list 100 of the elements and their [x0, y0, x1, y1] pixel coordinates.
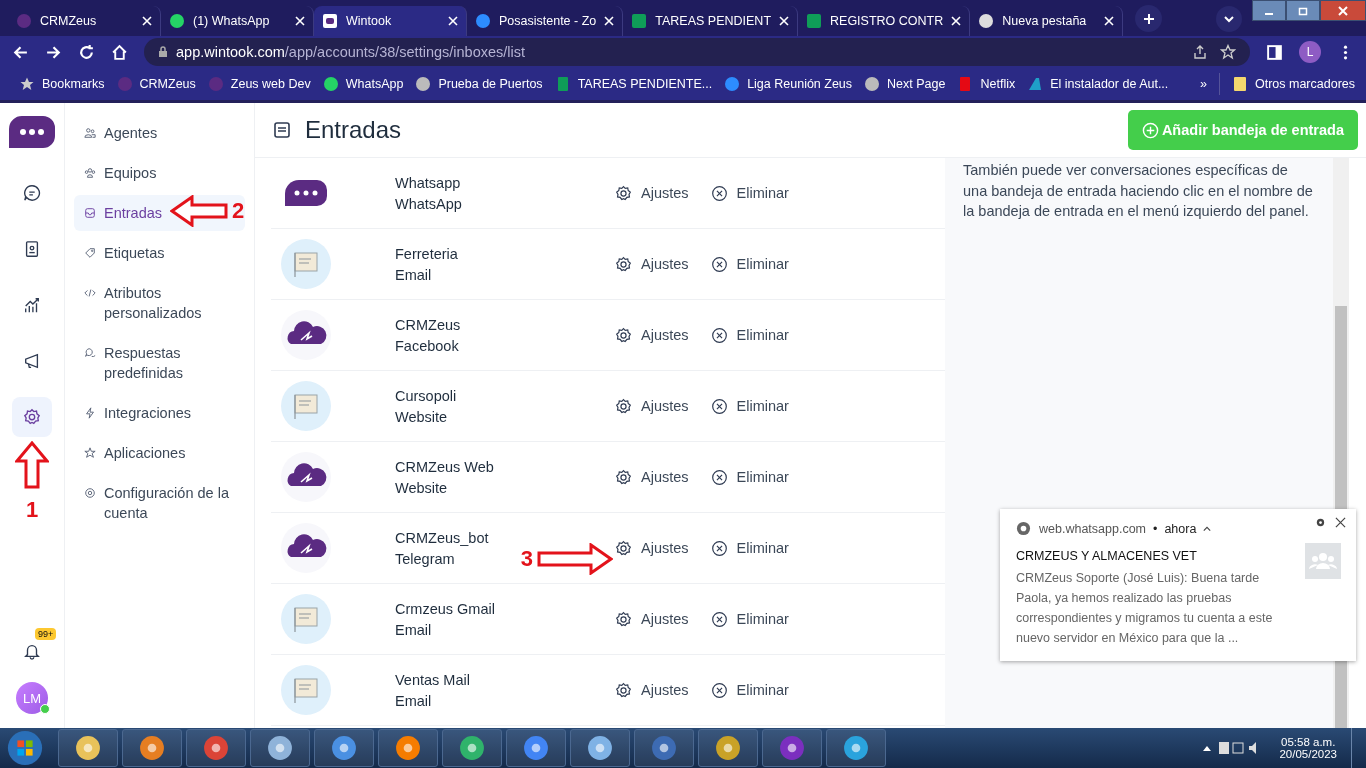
close-button[interactable]: [1320, 0, 1366, 21]
browser-tab[interactable]: Wintook: [314, 6, 467, 36]
delete-button[interactable]: Eliminar: [710, 326, 789, 344]
delete-button[interactable]: Eliminar: [710, 610, 789, 628]
inbox-name[interactable]: CRMZeus_bot: [395, 529, 489, 546]
favicon-icon: [1027, 76, 1044, 92]
annotation-number: 2: [232, 201, 245, 221]
minimize-button[interactable]: [1252, 0, 1286, 21]
new-tab-button[interactable]: [1135, 5, 1163, 32]
bookmark[interactable]: El instalador de Aut...: [1022, 73, 1174, 95]
other-bookmarks[interactable]: Otros marcadores: [1218, 73, 1360, 95]
taskbar-button[interactable]: [314, 729, 374, 767]
settings-button[interactable]: Ajustes: [615, 468, 689, 486]
chevron-up-icon[interactable]: [1203, 524, 1212, 533]
delete-button[interactable]: Eliminar: [710, 184, 789, 202]
inbox-name[interactable]: Ventas Mail: [395, 671, 470, 688]
bookmark[interactable]: WhatsApp: [317, 73, 409, 95]
app-icon: [331, 735, 357, 761]
delete-button[interactable]: Eliminar: [710, 255, 789, 273]
inbox-name[interactable]: CRMZeus Web: [395, 458, 494, 475]
settings-menu-item[interactable]: Respuestas predefinidas: [74, 335, 245, 391]
favicon-icon: [415, 76, 432, 92]
bookmark[interactable]: Liga Reunión Zeus: [719, 73, 858, 95]
maximize-button[interactable]: [1286, 0, 1320, 21]
settings-button[interactable]: Ajustes: [615, 326, 689, 344]
taskbar-button[interactable]: [634, 729, 694, 767]
favicon-icon: [19, 76, 35, 92]
clock-date[interactable]: 20/05/2023: [1279, 748, 1337, 760]
inbox-name[interactable]: Crmzeus Gmail: [395, 600, 495, 617]
close-circle-icon: [710, 468, 728, 486]
bookmark[interactable]: Next Page: [859, 73, 951, 95]
url-host: app.wintook.com: [176, 44, 285, 60]
settings-menu-item[interactable]: Aplicaciones: [74, 435, 245, 471]
address-bar[interactable]: app.wintook.com/app/accounts/38/settings/inboxes/list: [144, 38, 1250, 66]
delete-button[interactable]: Eliminar: [710, 539, 789, 557]
taskbar-button[interactable]: [186, 729, 246, 767]
settings-button[interactable]: Ajustes: [615, 610, 689, 628]
taskbar-button[interactable]: [58, 729, 118, 767]
close-icon[interactable]: [1335, 517, 1346, 528]
taskbar-button[interactable]: [826, 729, 886, 767]
chevron-down-icon: [1223, 13, 1235, 25]
logo-icon[interactable]: [9, 115, 55, 149]
settings-button[interactable]: Ajustes: [615, 681, 689, 699]
separator-dot: •: [1153, 521, 1158, 536]
close-circle-icon: [710, 681, 728, 699]
bookmark[interactable]: TAREAS PENDIENTE...: [549, 73, 718, 95]
settings-button[interactable]: Ajustes: [615, 255, 689, 273]
taskbar-button[interactable]: [378, 729, 438, 767]
app-icon: [779, 735, 805, 761]
home-icon[interactable]: [111, 43, 128, 61]
settings-menu-item[interactable]: Agentes: [74, 115, 245, 151]
start-button[interactable]: [6, 729, 44, 767]
taskbar-button[interactable]: [570, 729, 630, 767]
app-icon: [139, 735, 165, 761]
settings-button[interactable]: Ajustes: [615, 539, 689, 557]
settings-button[interactable]: Ajustes: [615, 184, 689, 202]
rail-button[interactable]: [12, 397, 52, 437]
share-icon[interactable]: [1192, 44, 1208, 60]
settings-menu-item[interactable]: Atributos personalizados: [74, 275, 245, 331]
reload-icon[interactable]: [78, 43, 95, 61]
delete-button[interactable]: Eliminar: [710, 397, 789, 415]
bookmark[interactable]: Bookmarks: [14, 73, 110, 95]
lock-icon[interactable]: [158, 46, 168, 58]
delete-button[interactable]: Eliminar: [710, 681, 789, 699]
inbox-name[interactable]: Ferreteria: [395, 245, 458, 262]
settings-menu-item[interactable]: Entradas 2: [74, 195, 245, 231]
bookmark[interactable]: Prueba de Puertos: [410, 73, 548, 95]
tab-search-button[interactable]: [1216, 6, 1242, 32]
taskbar-button[interactable]: [122, 729, 182, 767]
bookmark-title: Prueba de Puertos: [438, 77, 543, 91]
star-icon[interactable]: [1220, 44, 1236, 60]
tab-title: (1) WhatsApp: [193, 14, 271, 28]
taskbar-button[interactable]: [506, 729, 566, 767]
bookmark[interactable]: Netflix: [952, 73, 1021, 95]
side-panel-icon[interactable]: [1266, 43, 1283, 61]
settings-menu-item[interactable]: Equipos: [74, 155, 245, 191]
inbox-name[interactable]: Whatsapp: [395, 174, 461, 191]
bookmark[interactable]: CRMZeus: [111, 73, 201, 95]
bookmark[interactable]: Zeus web Dev: [202, 73, 316, 95]
inbox-name[interactable]: Cursopoli: [395, 387, 457, 404]
bell-icon[interactable]: [23, 642, 41, 660]
bookmark-title: WhatsApp: [345, 77, 404, 91]
tab-title: TAREAS PENDIENT: [655, 14, 772, 28]
taskbar-button[interactable]: [250, 729, 310, 767]
inbox-name[interactable]: CRMZeus: [395, 316, 461, 333]
settings-button[interactable]: Ajustes: [615, 397, 689, 415]
settings-menu-item[interactable]: Configuración de la cuenta: [74, 475, 245, 531]
megaphone-icon: [23, 352, 41, 370]
settings-menu-item[interactable]: Integraciones: [74, 395, 245, 431]
delete-button[interactable]: Eliminar: [710, 468, 789, 486]
taskbar-button[interactable]: [442, 729, 502, 767]
taskbar-button[interactable]: [698, 729, 758, 767]
team-icon: [84, 167, 96, 179]
more-bookmarks-button[interactable]: »: [1195, 74, 1217, 94]
settings-menu-item[interactable]: Etiquetas: [74, 235, 245, 271]
taskbar-button[interactable]: [762, 729, 822, 767]
clock-time[interactable]: 05:58 a.m.: [1281, 736, 1336, 748]
notification-card[interactable]: [1000, 509, 1356, 661]
profile-avatar[interactable]: L: [1299, 41, 1321, 63]
tab-title: REGISTRO CONTR: [830, 14, 944, 28]
